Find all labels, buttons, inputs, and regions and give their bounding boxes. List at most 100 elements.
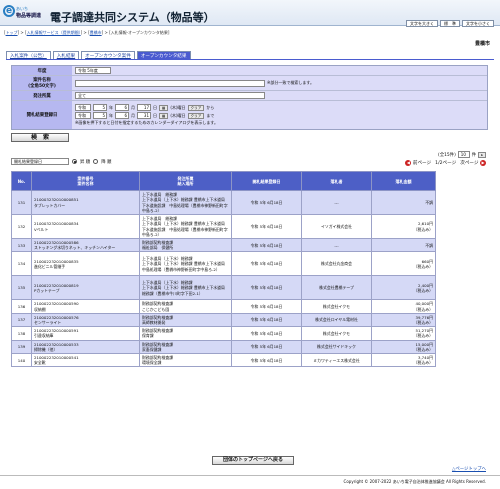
to-era-select[interactable]: 令和 <box>75 112 91 119</box>
row-project-name-link[interactable]: 進化ビニル管継手 <box>34 264 137 269</box>
row-project-name-link[interactable]: Pカットテープ <box>34 288 137 293</box>
row-winner: イソガイ株式会社 <box>301 214 372 239</box>
per-page-select[interactable]: 10 <box>457 151 470 158</box>
row-winner: 株式会社豊橋テープ <box>301 275 372 301</box>
to-day-input[interactable]: 31 <box>137 112 151 119</box>
row-date: 令和 5年 6月18日 <box>231 299 302 314</box>
month-unit: 月 <box>131 112 135 118</box>
row-date: 令和 5年 6月18日 <box>231 237 302 253</box>
year-label: 年度 <box>12 66 72 75</box>
row-price: 51,270円 （税込み） <box>371 326 436 341</box>
row-place: 福祉部局 保健所 <box>142 245 174 251</box>
to-suffix: まで <box>206 112 215 118</box>
row-project: 210002232010000591 引違収納庫 <box>31 326 140 341</box>
row-price-tax: （税込み） <box>413 263 433 269</box>
from-suffix: から <box>206 104 215 110</box>
page-top-link[interactable]: △ページトップへ <box>452 466 486 472</box>
breadcrumb-sep: > <box>103 30 110 35</box>
search-button[interactable]: 検 索 <box>11 133 69 142</box>
row-project-name-link[interactable]: ストッキング水切りネット、キッチンハイター <box>34 245 137 250</box>
row-place: 環境保全課 <box>142 360 162 366</box>
row-project-name-link[interactable]: 安全靴 <box>34 360 137 365</box>
row-dept-place: 財務部契約検査課 環境保全課 <box>139 353 232 368</box>
breadcrumb-home[interactable]: トップ <box>6 30 18 35</box>
to-month-input[interactable]: 6 <box>115 112 129 119</box>
table-row: 138 210002232010000591 引違収納庫 財務部契約検査課 保育課 令和 … <box>11 326 491 341</box>
organization-name: 豊橋市 <box>474 41 490 47</box>
row-project-name-link[interactable]: センサーライト <box>34 320 137 325</box>
back-to-top-page-button[interactable]: 団体のトップページへ戻る <box>212 456 294 465</box>
row-date: 令和 5年 6月18日 <box>231 353 302 368</box>
row-price-tax: （税込み） <box>413 226 433 232</box>
col-department: 発注所属 納入場所 <box>139 171 232 191</box>
year-select[interactable]: 令和 5年度 <box>75 67 111 74</box>
row-project-name-link[interactable]: 収納棚 <box>34 307 137 312</box>
department-label: 発注所属 <box>12 91 72 100</box>
row-price-tax: （税込み） <box>413 346 433 352</box>
from-month-input[interactable]: 6 <box>115 104 129 111</box>
site-logo[interactable]: e あいち 物品等調達 <box>3 5 47 22</box>
table-row: 137 210002232010000576 センサーライト 財務部契約検査課 高師教材… <box>11 312 491 328</box>
row-project-name-link[interactable]: Vベルト <box>34 227 137 232</box>
tab-open-counter[interactable]: オープンカウンタ案件 <box>81 51 135 59</box>
row-price-value: 不調 <box>425 242 433 248</box>
font-standard-button[interactable]: 標 準 <box>440 20 460 27</box>
breadcrumb-city[interactable]: 豊橋市 <box>90 30 102 35</box>
breadcrumb-service[interactable]: 入札情報サービス（提供期間） <box>27 30 81 35</box>
from-calendar-icon[interactable]: ▦ <box>159 104 169 111</box>
from-clear-button[interactable]: クリア <box>187 104 205 111</box>
from-year-input[interactable]: 5 <box>93 104 107 111</box>
page-indicator: 1/2ページ <box>435 161 457 166</box>
font-small-button[interactable]: 文字を小さく <box>462 20 494 27</box>
row-project-name-link[interactable]: タブレットカバー <box>34 203 137 208</box>
prev-page-link[interactable]: ◀ 前ページ <box>405 160 431 166</box>
to-calendar-icon[interactable]: ▦ <box>159 112 169 119</box>
footer: Copyright © 2007-2022 あいち電子自治体推進協議会 All … <box>0 475 500 489</box>
row-price: 15,000円 （税込み） <box>371 339 436 355</box>
project-name-input[interactable] <box>75 79 265 87</box>
next-page-link[interactable]: 次ページ ▶ <box>460 160 486 166</box>
row-winner: ミカワティーエス株式会社 <box>301 353 372 368</box>
row-project: 210002232010000586 ストッキング水切りネット、キッチンハイター <box>31 237 140 253</box>
row-project: 210002232010000590 収納棚 <box>31 299 140 314</box>
row-no: 139 <box>11 339 32 355</box>
row-price-value: 不調 <box>425 199 433 205</box>
tab-bid-results[interactable]: 入札結果 <box>52 51 80 59</box>
per-page-change-button[interactable]: ▸ <box>478 151 486 158</box>
row-place: 上下水道局（上下水）総務課 豊橋市上下水道局 総務課（豊橋市牛川町字下田2-1） <box>142 285 229 296</box>
row-project: 210003232010000851 タブレットカバー <box>31 190 140 215</box>
font-large-button[interactable]: 文字を大きく <box>406 20 438 27</box>
total-count: (全15件) <box>437 152 456 158</box>
row-dept-place: 上下水道局 総務課 上下水道局（上下水）総務課 豊橋市上下水道局 下水道施設課 中… <box>139 190 232 215</box>
sort-select[interactable]: 開札結果登録日 <box>11 158 69 165</box>
row-dept-place: 財務部契約検査課 高師教材開発 <box>139 312 232 328</box>
year-unit: 年 <box>109 104 113 110</box>
row-dept-place: 上下水道局 総務課 上下水道局（上下水）総務課 豊橋市上下水道局 下水道施設課 中… <box>139 214 232 239</box>
row-project-name-link[interactable]: 掃除機（他） <box>34 347 137 352</box>
row-price-tax: （税込み） <box>413 360 433 366</box>
desc-radio[interactable] <box>93 159 99 164</box>
prev-arrow-icon: ◀ <box>405 160 412 166</box>
row-no: 140 <box>11 353 32 368</box>
department-select[interactable]: 全て <box>75 92 265 99</box>
next-arrow-icon: ▶ <box>480 160 486 166</box>
tab-open-counter-results[interactable]: オープンカウンタ結果 <box>136 51 191 59</box>
col-date: 開札結果登録日 <box>231 171 302 191</box>
row-price-tax: （税込み） <box>413 306 433 312</box>
month-unit: 月 <box>131 104 135 110</box>
table-row: 140 210002232010000541 安全靴 財務部契約検査課 環境保全課 令和 … <box>11 353 491 368</box>
row-no: 134 <box>11 251 32 277</box>
row-place: こじかこども園 <box>142 306 170 312</box>
header: e あいち 物品等調達 電子調達共同システム（物品等） 文字を大きく 標 準 文… <box>0 0 500 27</box>
result-count: (全15件) 10 件 ▸ <box>438 151 486 158</box>
tab-bid-notices[interactable]: 入札案件（公告） <box>6 51 51 59</box>
from-day-input[interactable]: 17 <box>137 104 151 111</box>
row-price: 3,740円 （税込み） <box>371 353 436 368</box>
from-era-select[interactable]: 令和 <box>75 104 91 111</box>
asc-radio[interactable] <box>72 159 77 164</box>
row-project-name-link[interactable]: 引違収納庫 <box>34 333 137 338</box>
from-weekday: (木)曜日 <box>170 104 186 110</box>
sort-controls: 開札結果登録日 昇 順 降 順 <box>11 158 111 165</box>
to-year-input[interactable]: 5 <box>93 112 107 119</box>
to-clear-button[interactable]: クリア <box>187 112 205 119</box>
